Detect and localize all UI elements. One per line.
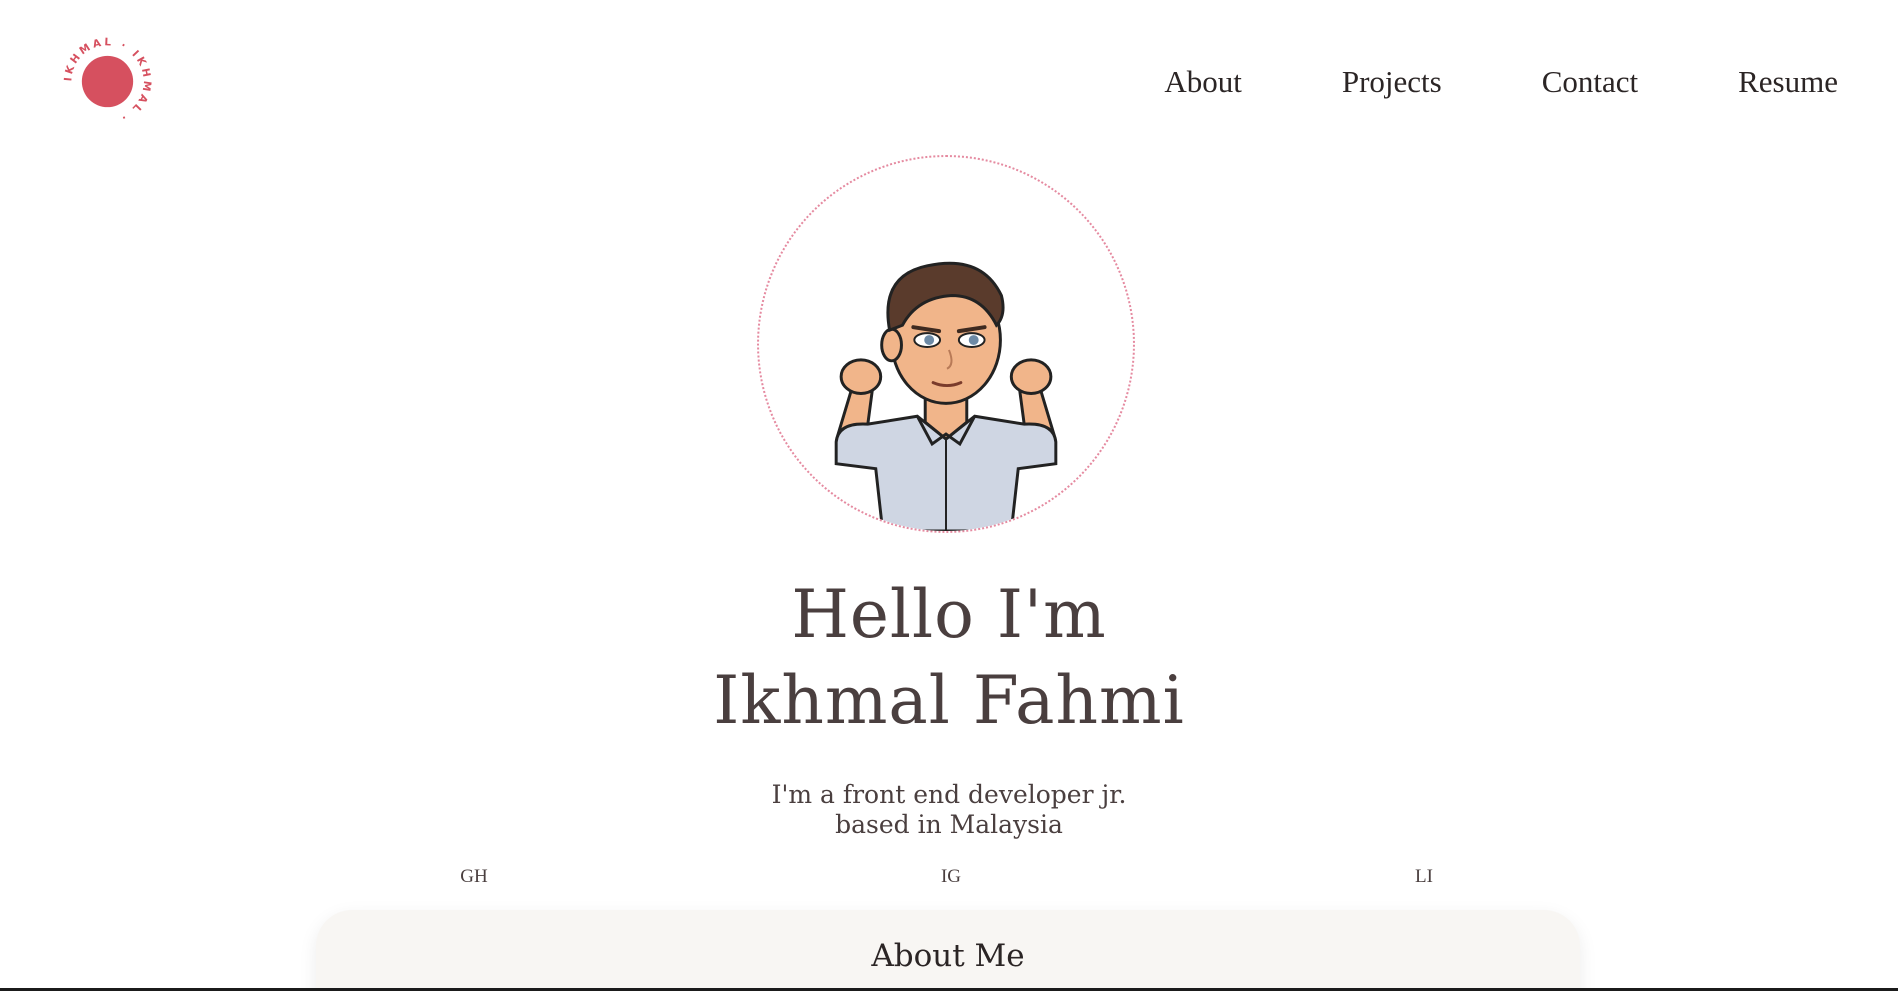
page: IKHMAL · IKHMAL · About Projects Contact… <box>0 0 1898 991</box>
main-nav: About Projects Contact Resume <box>1164 62 1838 102</box>
linkedin-link[interactable]: LI <box>1415 866 1433 888</box>
avatar <box>757 155 1135 533</box>
subtitle-line-2: based in Malaysia <box>835 810 1063 839</box>
nav-resume[interactable]: Resume <box>1738 62 1838 102</box>
bitmoji-avatar-icon <box>834 261 1058 531</box>
github-link[interactable]: GH <box>460 866 487 888</box>
social-links: GH IG LI <box>0 866 1898 890</box>
instagram-link[interactable]: IG <box>941 866 961 888</box>
logo-icon: IKHMAL · IKHMAL · <box>62 36 150 124</box>
headline-line-2: Ikhmal Fahmi <box>713 662 1185 739</box>
nav-about[interactable]: About <box>1164 62 1242 102</box>
subtitle-line-1: I'm a front end developer jr. <box>771 780 1127 809</box>
hero-subtitle: I'm a front end developer jr. based in M… <box>0 780 1898 840</box>
about-title: About Me <box>871 938 1025 974</box>
logo[interactable]: IKHMAL · IKHMAL · <box>60 34 155 129</box>
nav-projects[interactable]: Projects <box>1342 62 1442 102</box>
nav-contact[interactable]: Contact <box>1542 62 1638 102</box>
hero-headline: Hello I'm Ikhmal Fahmi <box>0 572 1898 744</box>
about-section: About Me <box>316 910 1580 991</box>
headline-line-1: Hello I'm <box>791 576 1107 653</box>
